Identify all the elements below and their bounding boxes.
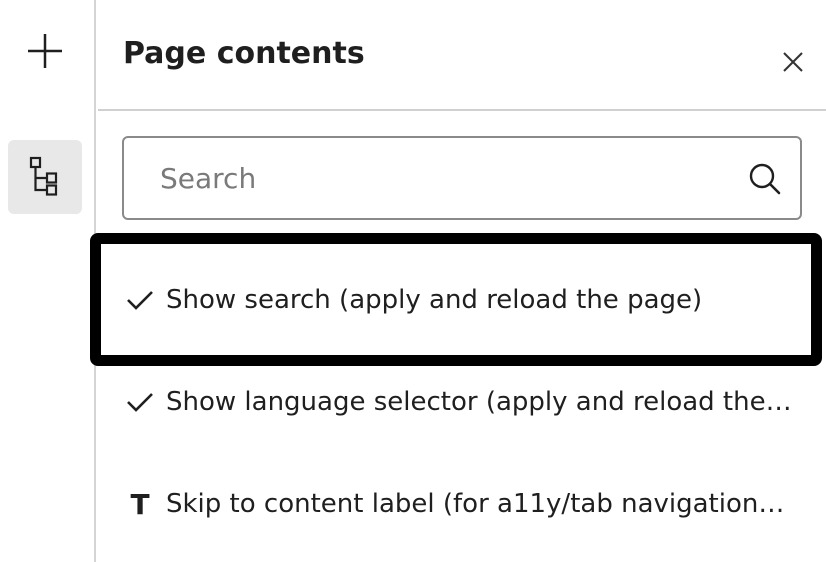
plus-icon xyxy=(28,34,62,68)
search-field[interactable] xyxy=(122,136,802,220)
text-t-icon: T xyxy=(130,487,150,521)
list-item-label: Show search (apply and reload the page) xyxy=(166,285,703,315)
checkmark-icon xyxy=(120,391,160,413)
list-item-label: Skip to content label (for a11y/tab navi… xyxy=(166,489,792,519)
close-icon xyxy=(783,52,803,72)
header-divider xyxy=(98,109,826,111)
list-item-label: Show language selector (apply and reload… xyxy=(166,387,792,417)
tree-structure-icon xyxy=(29,156,58,196)
page-contents-panel: Page contents Show search (apply and rel… xyxy=(90,0,826,562)
list-item-show-language-selector[interactable]: Show language selector (apply and reload… xyxy=(98,352,826,452)
close-button[interactable] xyxy=(775,44,811,80)
page-contents-button[interactable] xyxy=(8,140,82,214)
search-input[interactable] xyxy=(158,160,722,196)
checkmark-icon xyxy=(120,289,160,311)
panel-title: Page contents xyxy=(123,36,365,71)
add-button[interactable] xyxy=(8,14,82,88)
search-icon[interactable] xyxy=(748,162,782,196)
list-item-skip-to-content-label[interactable]: T Skip to content label (for a11y/tab na… xyxy=(98,454,826,554)
left-toolbar xyxy=(0,0,96,562)
list-item-show-search[interactable]: Show search (apply and reload the page) xyxy=(98,250,826,350)
